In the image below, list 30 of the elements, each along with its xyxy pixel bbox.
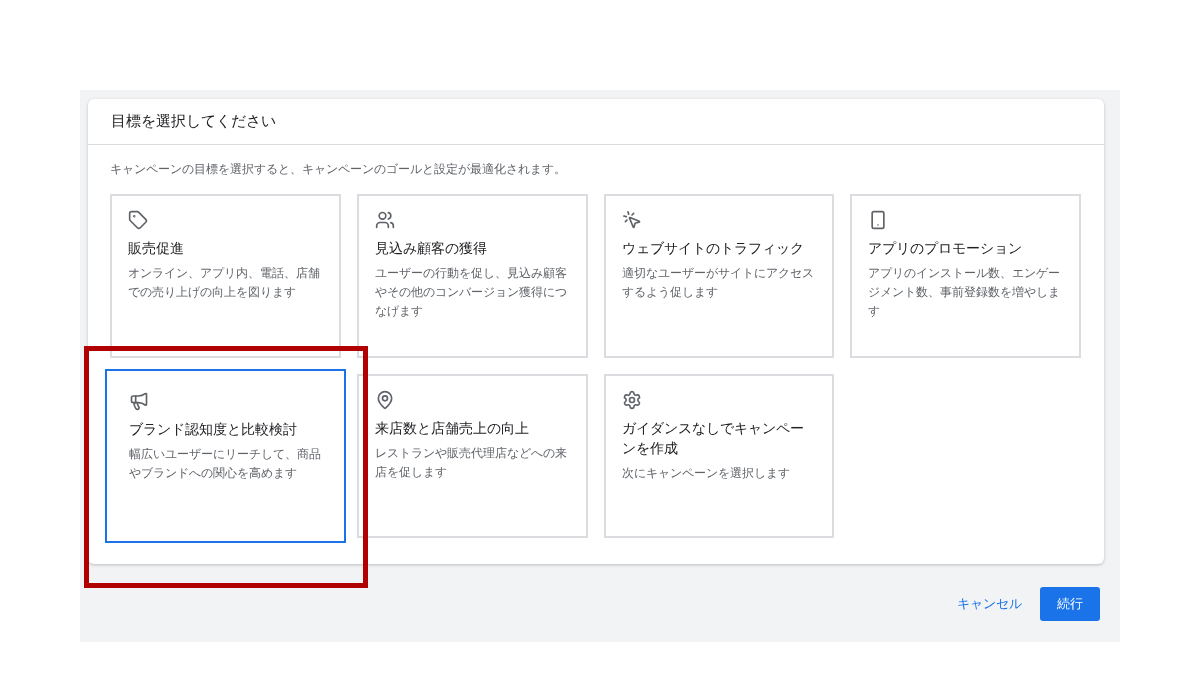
goal-description: アプリのインストール数、エンゲージメント数、事前登録数を増やします xyxy=(868,265,1062,320)
goal-card[interactable]: ブランド認知度と比較検討 幅広いユーザーにリーチして、商品やブランドへの関心を高めます xyxy=(105,369,346,543)
tag-icon xyxy=(128,210,148,230)
goal-title: 見込み顧客の獲得 xyxy=(374,239,488,258)
dialog-title: 目標を選択してください xyxy=(111,111,276,132)
goal-title: ブランド認知度と比較検討 xyxy=(129,420,298,439)
goal-title: 来店数と店舗売上の向上 xyxy=(374,419,530,438)
goal-description: オンライン、アプリ内、電話、店舗での売り上げの向上を図ります xyxy=(128,265,321,301)
goal-description: 次にキャンペーンを選択します xyxy=(621,465,791,482)
goal-card[interactable]: 来店数と店舗売上の向上 レストランや販売代理店などへの来店を促します xyxy=(356,374,588,538)
goal-description: レストランや販売代理店などへの来店を促します xyxy=(374,445,568,481)
cancel-button[interactable]: キャンセル xyxy=(955,586,1024,622)
goal-description: 幅広いユーザーにリーチして、商品やブランドへの関心を高めます xyxy=(129,446,322,482)
dialog-description: キャンペーンの目標を選択すると、キャンペーンのゴールと設定が最適化されます。 xyxy=(110,161,567,178)
goal-description: 適切なユーザーがサイトにアクセスするよう促します xyxy=(621,265,815,301)
goal-title: アプリのプロモーション xyxy=(868,239,1024,258)
goal-card[interactable]: ウェブサイトのトラフィック 適切なユーザーがサイトにアクセスするよう促します xyxy=(603,194,835,358)
people-icon xyxy=(374,210,395,230)
cursor-click-icon xyxy=(621,210,642,230)
goal-title: ガイダンスなしでキャンペーンを作成 xyxy=(621,419,805,458)
goal-card[interactable]: ガイダンスなしでキャンペーンを作成 次にキャンペーンを選択します xyxy=(603,374,835,538)
goal-card[interactable]: アプリのプロモーション アプリのインストール数、エンゲージメント数、事前登録数を増やします xyxy=(850,194,1081,358)
goal-card[interactable]: 販売促進 オンライン、アプリ内、電話、店舗での売り上げの向上を図ります xyxy=(110,194,341,358)
megaphone-icon xyxy=(129,391,149,411)
goal-card[interactable]: 見込み顧客の獲得 ユーザーの行動を促し、見込み顧客やその他のコンバージョン獲得につなげます xyxy=(356,194,588,358)
goal-title: ウェブサイトのトラフィック xyxy=(621,239,805,258)
goal-title: 販売促進 xyxy=(128,239,185,258)
gear-icon xyxy=(621,390,642,410)
goal-description: ユーザーの行動を促し、見込み顧客やその他のコンバージョン獲得につなげます xyxy=(374,265,568,320)
continue-button[interactable]: 続行 xyxy=(1040,586,1100,621)
